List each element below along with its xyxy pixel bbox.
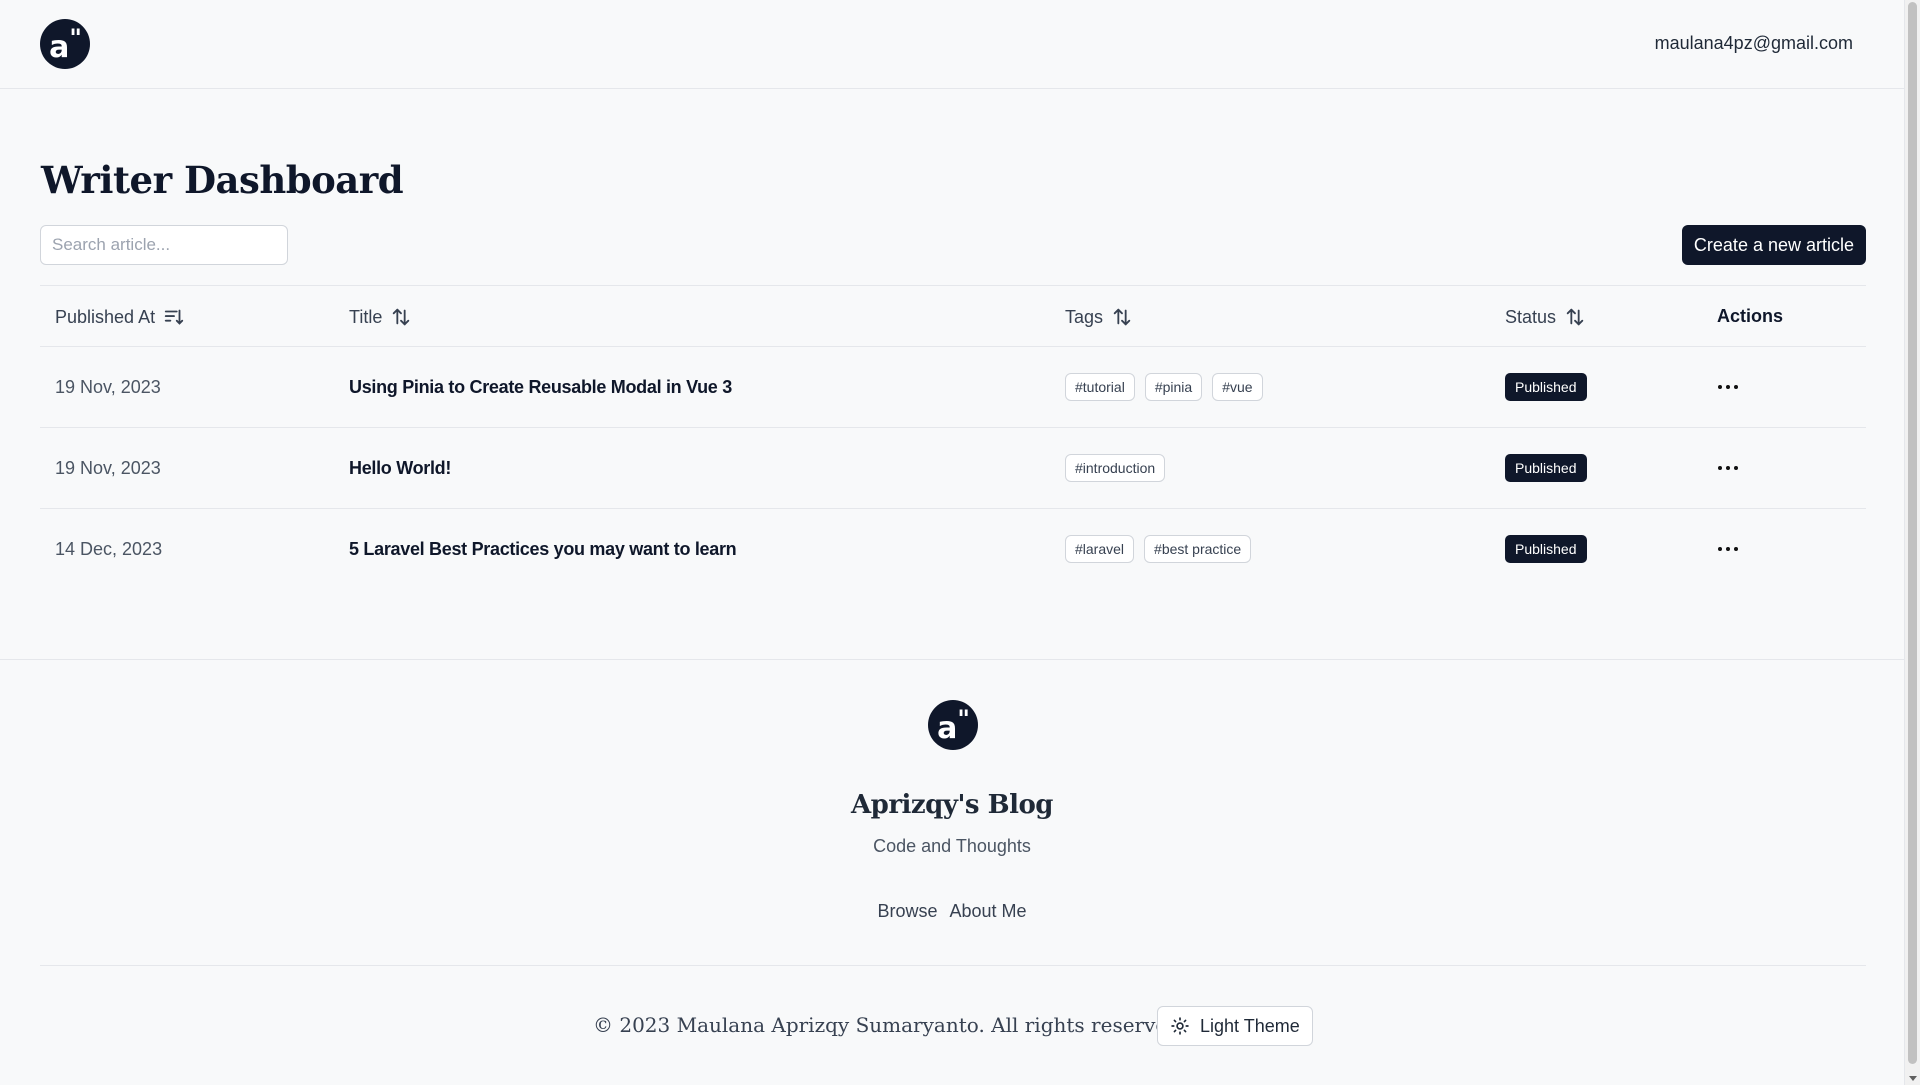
tags-cell: #laravel #best practice <box>1065 509 1252 589</box>
status-badge: Published <box>1505 535 1587 563</box>
footer-divider <box>40 965 1866 966</box>
logo-letter: a <box>49 29 69 65</box>
tag-badge[interactable]: #laravel <box>1065 535 1135 563</box>
article-title[interactable]: 5 Laravel Best Practices you may want to… <box>349 509 737 589</box>
theme-toggle-button[interactable]: Light Theme <box>1157 1006 1313 1046</box>
status-cell: Published <box>1505 428 1587 508</box>
footer-nav: Browse About Me <box>0 901 1904 922</box>
column-label: Published At <box>55 306 156 327</box>
scrollbar-thumb[interactable] <box>1908 2 1917 1064</box>
sort-toggle-icon <box>1113 308 1131 326</box>
footer-logo[interactable]: a " <box>928 700 978 750</box>
column-label: Tags <box>1065 306 1104 327</box>
column-header-status[interactable]: Status <box>1505 306 1586 328</box>
tag-badge[interactable]: #introduction <box>1065 454 1166 482</box>
article-title[interactable]: Using Pinia to Create Reusable Modal in … <box>349 347 732 427</box>
copyright-text: © 2023 Maulana Aprizqy Sumaryanto. All r… <box>593 1013 1187 1037</box>
tag-badge[interactable]: #tutorial <box>1065 373 1135 401</box>
table-header: Published At Title Tags Status Actions <box>40 285 1866 347</box>
status-badge: Published <box>1505 373 1587 401</box>
more-actions-icon[interactable] <box>1708 453 1748 483</box>
published-date: 19 Nov, 2023 <box>55 376 161 397</box>
column-header-title[interactable]: Title <box>349 306 412 328</box>
column-header-published-at[interactable]: Published At <box>55 306 185 328</box>
status-badge: Published <box>1505 454 1587 482</box>
tag-badge[interactable]: #best practice <box>1144 535 1252 563</box>
sort-toggle-icon <box>393 308 410 326</box>
blog-tagline: Code and Thoughts <box>873 836 1031 856</box>
column-header-tags[interactable]: Tags <box>1065 306 1133 328</box>
article-title[interactable]: Hello World! <box>349 428 451 508</box>
page-title: Writer Dashboard <box>41 158 404 202</box>
more-actions-icon[interactable] <box>1708 372 1748 402</box>
footer-link-about-me[interactable]: About Me <box>949 901 1026 922</box>
tags-cell: #introduction <box>1065 428 1166 508</box>
table-row: 19 Nov, 2023 Hello World! #introduction … <box>40 428 1866 509</box>
site-logo[interactable]: a " <box>40 19 90 69</box>
footer-link-browse[interactable]: Browse <box>877 901 937 922</box>
tag-badge[interactable]: #vue <box>1212 373 1263 401</box>
user-email[interactable]: maulana4pz@gmail.com <box>1655 33 1853 54</box>
table-row: 19 Nov, 2023 Using Pinia to Create Reusa… <box>40 347 1866 428</box>
more-actions-icon[interactable] <box>1708 534 1748 564</box>
status-cell: Published <box>1505 347 1587 427</box>
status-cell: Published <box>1505 509 1587 589</box>
logo-letter: a <box>937 710 957 746</box>
logo-quote: " <box>69 24 81 52</box>
actions-cell <box>1708 347 1748 427</box>
tags-cell: #tutorial #pinia #vue <box>1065 347 1263 427</box>
search-input[interactable] <box>40 225 288 265</box>
theme-button-label: Light Theme <box>1200 1015 1300 1036</box>
table-row: 14 Dec, 2023 5 Laravel Best Practices yo… <box>40 509 1866 590</box>
create-article-button[interactable]: Create a new article <box>1681 225 1866 265</box>
articles-table: Published At Title Tags Status Actions 1… <box>40 285 1866 590</box>
sort-descending-icon <box>164 309 184 325</box>
page-scrollbar[interactable] <box>1904 0 1920 1085</box>
blog-name: Aprizqy's Blog <box>850 790 1054 820</box>
logo-quote: " <box>957 705 969 733</box>
column-label: Status <box>1505 306 1557 327</box>
page: a " maulana4pz@gmail.com Writer Dashboard… <box>0 0 1904 1085</box>
sort-toggle-icon <box>1566 308 1584 326</box>
footer-divider <box>0 659 1904 660</box>
actions-cell <box>1708 509 1748 589</box>
actions-cell <box>1708 428 1748 508</box>
scroll-down-arrow-icon[interactable] <box>1909 1076 1917 1081</box>
sun-icon <box>1171 1017 1189 1035</box>
top-navbar: a " maulana4pz@gmail.com <box>0 0 1904 89</box>
column-label: Title <box>349 306 383 327</box>
column-header-actions: Actions <box>1717 306 1784 326</box>
tag-badge[interactable]: #pinia <box>1144 373 1203 401</box>
published-date: 14 Dec, 2023 <box>55 538 163 559</box>
published-date: 19 Nov, 2023 <box>55 457 161 478</box>
